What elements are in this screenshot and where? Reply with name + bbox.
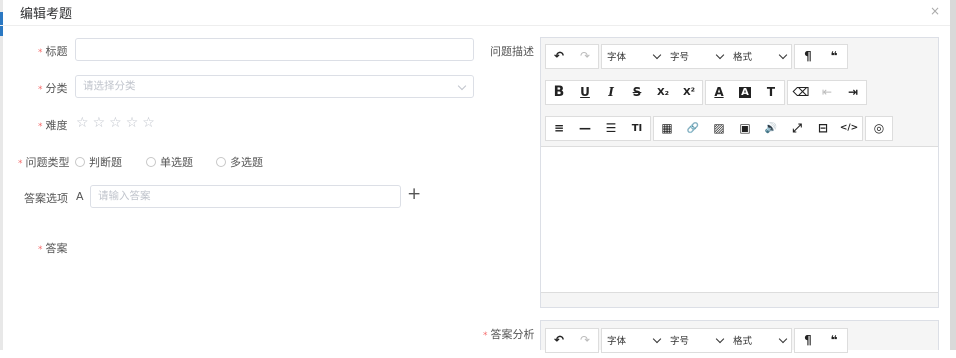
outdent-icon[interactable]: ⇤ (814, 81, 840, 104)
description-label: 问题描述 (490, 45, 534, 58)
scrollbar[interactable] (950, 0, 956, 350)
format-selects: 字体 字号 格式 (601, 43, 792, 69)
type-label: * 问题类型 (18, 156, 70, 169)
analysis-editor: ↶ ↷ 字体 字号 格式 ¶ ❝ (540, 320, 939, 353)
html-block-icon[interactable]: ⊟ (810, 117, 836, 140)
option-input[interactable]: 请输入答案 (90, 185, 401, 208)
redo-icon[interactable]: ↷ (572, 329, 598, 352)
bold-icon[interactable]: B (546, 81, 572, 104)
align-icon[interactable]: ≡ (546, 117, 572, 140)
code-icon[interactable]: </> (836, 117, 862, 140)
chevron-down-icon (652, 50, 662, 59)
chevron-down-icon (715, 50, 725, 59)
quote-icon[interactable]: ❝ (821, 329, 847, 352)
options-label: 答案选项 (24, 192, 68, 205)
description-editor: ↶ ↷ 字体 字号 格式 ¶ ❝ B U I S X₂ X² A A T ⌫ ⇤ (540, 37, 939, 308)
clear-format-icon[interactable]: T (758, 81, 784, 104)
radio-circle (146, 157, 156, 167)
difficulty-label: * 难度 (38, 119, 68, 132)
undo-icon[interactable]: ↶ (546, 329, 572, 352)
answer-label: * 答案 (38, 242, 68, 255)
category-label: * 分类 (38, 82, 68, 95)
block-group: ¶ ❝ (794, 327, 848, 353)
radio-circle (216, 157, 226, 167)
title-label: * 标题 (38, 45, 68, 58)
eraser-icon[interactable]: ⌫ (788, 81, 814, 104)
category-select[interactable]: 请选择分类 (75, 75, 474, 98)
title-input[interactable] (75, 38, 474, 61)
star-icon[interactable]: ☆ (109, 115, 122, 131)
color-group: A A T (705, 79, 785, 105)
analysis-label: * 答案分析 (483, 328, 535, 341)
font-color-icon[interactable]: A (706, 81, 732, 104)
table-icon[interactable]: ▦ (654, 117, 680, 140)
undo-icon[interactable]: ↶ (546, 45, 572, 68)
underline-icon[interactable]: U (572, 81, 598, 104)
dialog-title: 编辑考题 (20, 7, 73, 22)
format-select[interactable]: 格式 (728, 329, 791, 352)
video-icon[interactable]: ▣ (732, 117, 758, 140)
block-group: ¶ ❝ (794, 43, 848, 69)
close-icon[interactable]: × (930, 4, 940, 18)
toolbar-row-3: ≡ — ☰ TI ▦ 🔗 ▨ ▣ 🔊 ⤢ ⊟ </> ◎ (541, 110, 938, 146)
radio-multi-choice[interactable]: 多选题 (216, 154, 263, 170)
link-icon[interactable]: 🔗 (680, 117, 706, 140)
redo-icon[interactable]: ↷ (572, 45, 598, 68)
radio-single-choice[interactable]: 单选题 (146, 154, 193, 170)
option-letter: A (76, 190, 84, 203)
add-icon[interactable]: + (407, 184, 421, 204)
chevron-down-icon (715, 334, 725, 343)
analysis-toolbar-row-1: ↶ ↷ 字体 字号 格式 ¶ ❝ (541, 322, 938, 358)
history-group: ↶ ↷ (545, 43, 599, 69)
audio-icon[interactable]: 🔊 (758, 117, 784, 140)
title-icon[interactable]: TI (624, 117, 650, 140)
chevron-down-icon (778, 50, 788, 59)
strike-icon[interactable]: S (624, 81, 650, 104)
size-select[interactable]: 字号 (665, 45, 728, 68)
paragraph-icon[interactable]: ¶ (795, 45, 821, 68)
history-group: ↶ ↷ (545, 327, 599, 353)
quote-icon[interactable]: ❝ (821, 45, 847, 68)
chevron-down-icon (778, 334, 788, 343)
italic-icon[interactable]: I (598, 81, 624, 104)
dialog-header: 编辑考题 × (0, 0, 950, 26)
chevron-down-icon (652, 334, 662, 343)
indent-icon[interactable]: ⇥ (840, 81, 866, 104)
star-icon[interactable]: ☆ (126, 115, 139, 131)
left-edge (0, 0, 3, 350)
fullscreen-icon[interactable]: ⤢ (784, 117, 810, 140)
star-icon[interactable]: ☆ (93, 115, 106, 131)
text-style-group: B U I S X₂ X² (545, 79, 703, 105)
superscript-icon[interactable]: X² (676, 81, 702, 104)
image-icon[interactable]: ▨ (706, 117, 732, 140)
preview-icon[interactable]: ◎ (866, 117, 892, 140)
toolbar-row-1: ↶ ↷ 字体 字号 格式 ¶ ❝ (541, 38, 938, 74)
subscript-icon[interactable]: X₂ (650, 81, 676, 104)
preview-group: ◎ (865, 115, 893, 141)
chevron-down-icon (457, 81, 467, 91)
star-icon[interactable]: ☆ (76, 115, 89, 131)
size-select[interactable]: 字号 (665, 329, 728, 352)
bg-color-icon[interactable]: A (732, 81, 758, 104)
radio-true-false[interactable]: 判断题 (75, 154, 122, 170)
toolbar-row-2: B U I S X₂ X² A A T ⌫ ⇤ ⇥ (541, 74, 938, 110)
description-edit-area[interactable] (541, 146, 938, 293)
difficulty-rating[interactable]: ☆ ☆ ☆ ☆ ☆ (76, 115, 155, 131)
format-selects: 字体 字号 格式 (601, 327, 792, 353)
font-select[interactable]: 字体 (602, 329, 665, 352)
radio-circle (75, 157, 85, 167)
list-icon[interactable]: ☰ (598, 117, 624, 140)
font-select[interactable]: 字体 (602, 45, 665, 68)
paragraph-group: ≡ — ☰ TI (545, 115, 651, 141)
indent-group: ⌫ ⇤ ⇥ (787, 79, 867, 105)
paragraph-icon[interactable]: ¶ (795, 329, 821, 352)
insert-group: ▦ 🔗 ▨ ▣ 🔊 ⤢ ⊟ </> (653, 115, 863, 141)
format-select[interactable]: 格式 (728, 45, 791, 68)
star-icon[interactable]: ☆ (142, 115, 155, 131)
hr-icon[interactable]: — (572, 117, 598, 140)
